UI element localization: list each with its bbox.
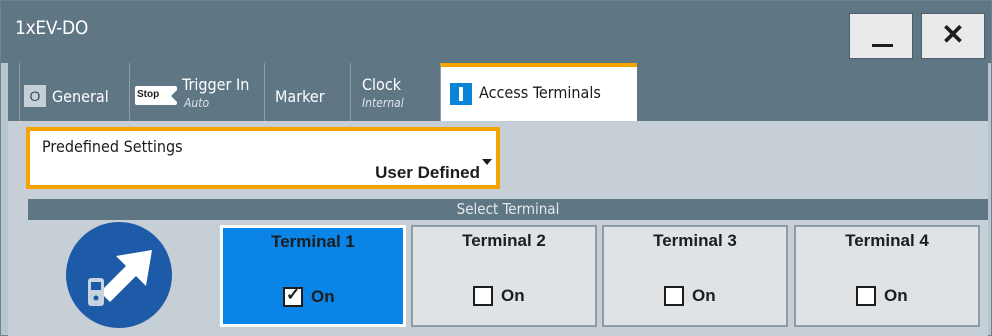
close-button[interactable]: ✕ [921, 13, 985, 59]
tab-marker[interactable]: Marker [264, 63, 350, 121]
checkmark-icon: ✓ [286, 285, 301, 304]
tab-sublabel: Auto [184, 96, 210, 110]
minimize-button[interactable] [849, 13, 913, 59]
title-bar: 1xEV-DO ✕ [1, 1, 991, 63]
terminal-on-label: On [692, 286, 716, 305]
stop-icon: Stop [135, 86, 177, 105]
terminal-1-button[interactable]: Terminal 1 ✓ On [220, 225, 406, 327]
tab-label: Access Terminals [479, 83, 601, 102]
dialog-window: 1xEV-DO ✕ O General Stop Trigger In Auto… [0, 0, 992, 336]
terminal-3-button[interactable]: Terminal 3 On [602, 225, 788, 327]
tab-trigger-in[interactable]: Stop Trigger In Auto [129, 63, 264, 121]
terminal-name: Terminal 1 [271, 232, 355, 251]
terminal-name: Terminal 2 [462, 231, 546, 250]
terminal-on-label: On [501, 286, 525, 305]
tab-sublabel: Internal [362, 96, 404, 110]
predefined-settings-label: Predefined Settings [42, 137, 183, 156]
predefined-settings-value: User Defined [375, 163, 480, 182]
terminal-2-on-checkbox[interactable] [473, 286, 493, 306]
terminal-4-button[interactable]: Terminal 4 On [794, 225, 980, 327]
close-icon: ✕ [941, 19, 965, 50]
mobile-terminal-icon [66, 222, 172, 328]
tab-label: Clock [362, 75, 402, 94]
general-indicator: O [24, 85, 46, 107]
tab-label: Trigger In [182, 75, 250, 94]
terminal-2-button[interactable]: Terminal 2 On [411, 225, 597, 327]
tab-clock[interactable]: Clock Internal [350, 63, 440, 121]
mobile-terminal-arrow-icon [88, 250, 152, 306]
terminal-name: Terminal 4 [845, 231, 929, 250]
select-terminal-header: Select Terminal [28, 199, 988, 220]
terminal-on-label: On [311, 287, 335, 306]
terminal-on-label: On [884, 286, 908, 305]
dropdown-caret-icon [482, 159, 492, 165]
terminal-3-on-checkbox[interactable] [664, 286, 684, 306]
window-title: 1xEV-DO [15, 17, 89, 39]
tab-label: General [52, 87, 109, 106]
terminal-4-on-checkbox[interactable] [856, 286, 876, 306]
info-indicator-icon [450, 83, 472, 105]
terminal-1-on-checkbox[interactable]: ✓ [283, 285, 303, 307]
predefined-settings-dropdown[interactable]: Predefined Settings User Defined [26, 127, 500, 189]
tab-bar: O General Stop Trigger In Auto Marker Cl… [8, 63, 988, 121]
minimize-icon [872, 44, 893, 47]
terminal-name: Terminal 3 [653, 231, 737, 250]
tab-access-terminals[interactable]: Access Terminals [440, 63, 637, 121]
tab-label: Marker [275, 87, 325, 106]
access-terminals-panel: Predefined Settings User Defined Select … [8, 121, 988, 336]
tab-general[interactable]: O General [19, 63, 129, 121]
